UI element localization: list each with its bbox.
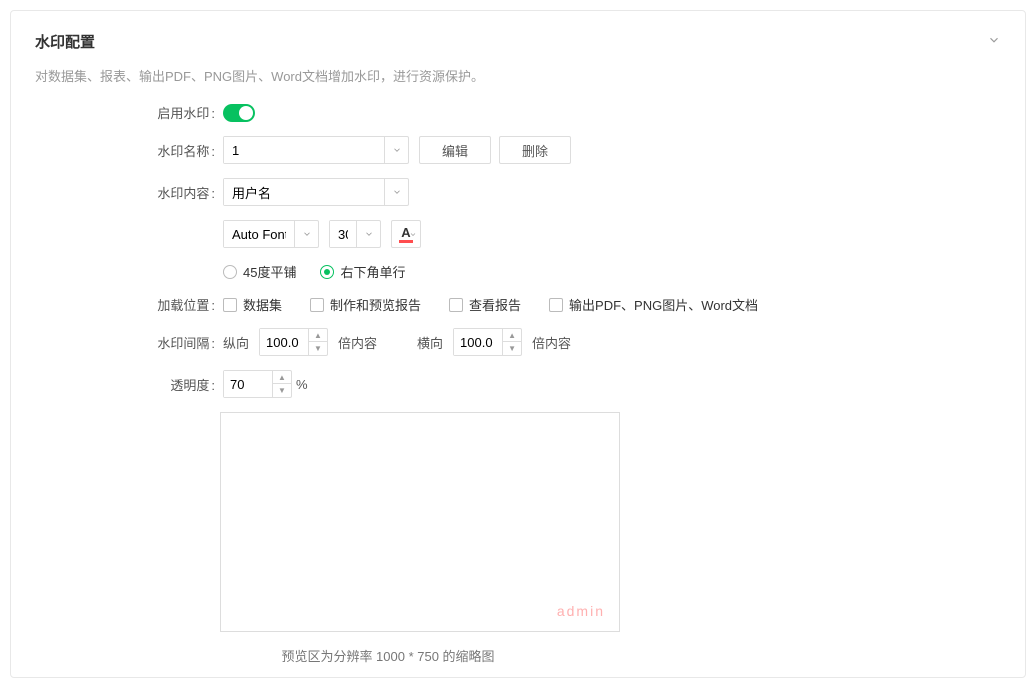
font-color-button[interactable]: A <box>391 220 421 248</box>
radio-45tile[interactable]: 45度平铺 <box>223 262 296 281</box>
name-dropdown-arrow[interactable] <box>384 137 408 163</box>
checkbox-makepreview-box <box>310 298 324 312</box>
fontsize-select[interactable] <box>329 220 381 248</box>
font-input[interactable] <box>224 221 294 247</box>
delete-button[interactable]: 删除 <box>499 136 571 164</box>
checkbox-viewreport[interactable]: 查看报告 <box>449 295 521 314</box>
checkbox-output[interactable]: 输出PDF、PNG图片、Word文档 <box>549 295 758 314</box>
radio-45tile-circle <box>223 265 237 279</box>
spacing-horizontal-unit: 倍内容 <box>532 333 571 352</box>
row-spacing: 水印间隔 纵向 ▲ ▼ 倍内容 横向 ▲ ▼ 倍内容 <box>155 328 1001 356</box>
checkbox-makepreview[interactable]: 制作和预览报告 <box>310 295 421 314</box>
spacing-vertical-unit: 倍内容 <box>338 333 377 352</box>
opacity-unit: % <box>296 377 308 392</box>
label-enable: 启用水印 <box>155 103 215 122</box>
checkbox-output-label: 输出PDF、PNG图片、Word文档 <box>569 295 758 314</box>
content-input[interactable] <box>224 179 384 205</box>
font-select[interactable] <box>223 220 319 248</box>
spacing-vertical-spinner[interactable]: ▲ ▼ <box>259 328 328 356</box>
watermark-config-panel: 水印配置 对数据集、报表、输出PDF、PNG图片、Word文档增加水印，进行资源… <box>10 10 1026 678</box>
fontsize-input[interactable] <box>330 221 356 247</box>
row-layout: 45度平铺 右下角单行 <box>155 262 1001 281</box>
edit-button[interactable]: 编辑 <box>419 136 491 164</box>
font-dropdown-arrow[interactable] <box>294 221 318 247</box>
spacing-vertical-input[interactable] <box>260 329 308 355</box>
label-spacing: 水印间隔 <box>155 333 215 352</box>
fontsize-dropdown-arrow[interactable] <box>356 221 380 247</box>
spacing-horizontal-down[interactable]: ▼ <box>503 342 521 355</box>
enable-toggle[interactable] <box>223 104 255 122</box>
row-content: 水印内容 <box>155 178 1001 206</box>
checkbox-dataset-box <box>223 298 237 312</box>
label-font-spacer <box>155 227 215 242</box>
label-loadposition: 加载位置 <box>155 295 215 314</box>
checkbox-viewreport-label: 查看报告 <box>469 295 521 314</box>
spacing-vertical-stepper: ▲ ▼ <box>308 329 327 355</box>
panel-title: 水印配置 <box>35 31 95 52</box>
content-select[interactable] <box>223 178 409 206</box>
spacing-vertical-up[interactable]: ▲ <box>309 329 327 342</box>
spacing-horizontal-up[interactable]: ▲ <box>503 329 521 342</box>
panel-header: 水印配置 <box>35 31 1001 52</box>
label-name: 水印名称 <box>155 141 215 160</box>
opacity-up[interactable]: ▲ <box>273 371 291 384</box>
label-opacity: 透明度 <box>167 375 215 394</box>
layout-radio-group: 45度平铺 右下角单行 <box>223 262 405 281</box>
name-select[interactable] <box>223 136 409 164</box>
checkbox-makepreview-label: 制作和预览报告 <box>330 295 421 314</box>
collapse-icon[interactable] <box>987 33 1001 50</box>
font-color-arrow-icon <box>409 227 417 242</box>
row-name: 水印名称 编辑 删除 <box>155 136 1001 164</box>
radio-bottomright-circle <box>320 265 334 279</box>
opacity-stepper: ▲ ▼ <box>272 371 291 397</box>
preview-caption: 预览区为分辨率 1000 * 750 的缩略图 <box>0 646 1001 665</box>
spacing-horizontal-spinner[interactable]: ▲ ▼ <box>453 328 522 356</box>
radio-bottomright[interactable]: 右下角单行 <box>320 262 405 281</box>
spacing-horizontal-stepper: ▲ ▼ <box>502 329 521 355</box>
loadposition-checkbox-group: 数据集 制作和预览报告 查看报告 输出PDF、PNG图片、Word文档 <box>223 295 758 314</box>
preview-box: admin <box>220 412 620 632</box>
opacity-input[interactable] <box>224 371 272 397</box>
panel-description: 对数据集、报表、输出PDF、PNG图片、Word文档增加水印，进行资源保护。 <box>35 66 1001 85</box>
row-enable: 启用水印 <box>155 103 1001 122</box>
checkbox-viewreport-box <box>449 298 463 312</box>
row-loadposition: 加载位置 数据集 制作和预览报告 查看报告 输出PDF、PNG图片、Word文档 <box>155 295 1001 314</box>
radio-45tile-label: 45度平铺 <box>243 262 296 281</box>
checkbox-dataset-label: 数据集 <box>243 295 282 314</box>
spacing-horizontal-label: 横向 <box>417 333 443 352</box>
content-dropdown-arrow[interactable] <box>384 179 408 205</box>
radio-bottomright-label: 右下角单行 <box>340 262 405 281</box>
checkbox-dataset[interactable]: 数据集 <box>223 295 282 314</box>
checkbox-output-box <box>549 298 563 312</box>
label-layout-spacer <box>155 264 215 279</box>
opacity-down[interactable]: ▼ <box>273 384 291 397</box>
name-input[interactable] <box>224 137 384 163</box>
spacing-vertical-down[interactable]: ▼ <box>309 342 327 355</box>
spacing-vertical-label: 纵向 <box>223 333 249 352</box>
label-content: 水印内容 <box>155 183 215 202</box>
opacity-spinner[interactable]: ▲ ▼ <box>223 370 292 398</box>
row-opacity: 透明度 ▲ ▼ % <box>155 370 1001 398</box>
row-font: A <box>155 220 1001 248</box>
preview-watermark-text: admin <box>557 603 605 619</box>
spacing-horizontal-input[interactable] <box>454 329 502 355</box>
